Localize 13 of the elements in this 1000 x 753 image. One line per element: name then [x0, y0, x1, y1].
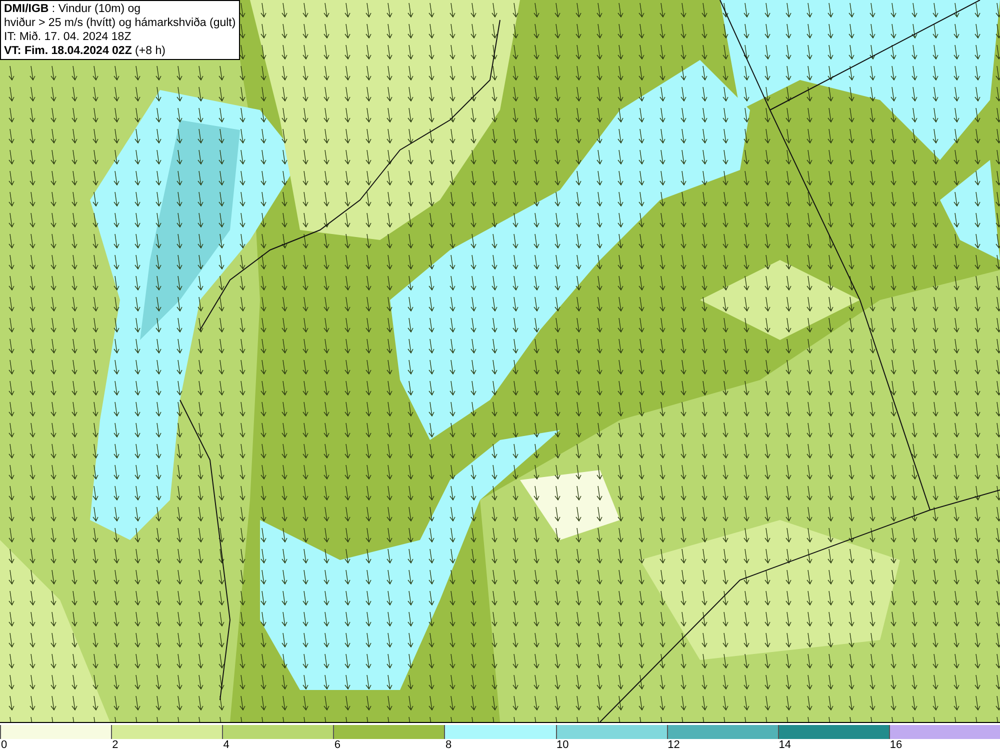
legend-label: 4: [222, 739, 230, 752]
legend-label: 16: [888, 739, 902, 752]
legend-label: 12: [666, 739, 680, 752]
legend-label: 10: [556, 739, 569, 752]
legend-label: 6: [333, 739, 340, 752]
header-text: hviður > 25 m/s (hvítt) og hámarkshviða (gult): [4, 16, 236, 30]
legend-label: 0: [0, 739, 8, 752]
legend-label: 14: [778, 739, 792, 752]
legend-label: 8: [444, 739, 452, 752]
header-text: DMI/IGB : Vindur (10m) og: [4, 2, 142, 16]
legend-label: 2: [111, 739, 118, 752]
header-text: VT: Fim. 18.04.2024 02Z (+8 h): [4, 44, 166, 58]
header-text: IT: Mið. 17. 04. 2024 18Z: [4, 30, 132, 44]
